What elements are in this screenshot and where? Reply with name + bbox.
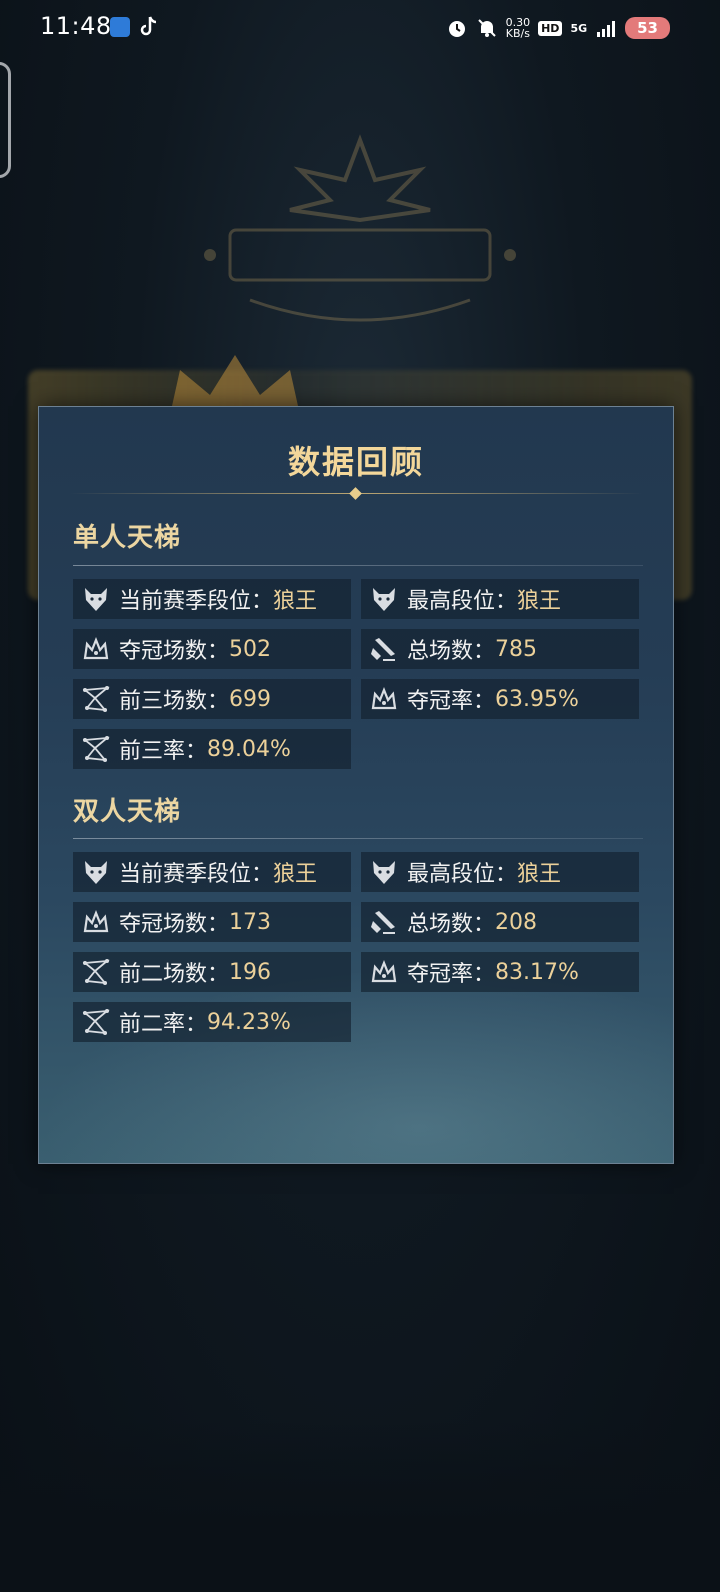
panel-title: 数据回顾 <box>287 443 424 481</box>
side-handle[interactable] <box>0 62 11 178</box>
signal-icon <box>597 21 616 37</box>
stat-label: 前二率： <box>119 1012 208 1037</box>
stat-label: 夺冠场数： <box>119 639 230 664</box>
stat-label: 前三率： <box>119 739 208 764</box>
stat-value: 208 <box>495 909 538 935</box>
stat-current-season-rank: 当前赛季段位： 狼王 <box>73 852 351 892</box>
stat-label: 当前赛季段位： <box>119 862 274 887</box>
status-time: 11:48 <box>40 12 112 40</box>
stat-value: 196 <box>229 959 272 985</box>
network-type: 5G <box>570 21 588 35</box>
crown-icon <box>81 634 111 664</box>
section-title-solo-ladder: 单人天梯 <box>73 523 182 553</box>
stat-total-matches: 总场数： 785 <box>361 629 639 669</box>
stat-label: 最高段位： <box>407 589 518 614</box>
stat-value: 83.17% <box>495 959 579 985</box>
tiktok-icon <box>140 16 157 36</box>
section-divider <box>73 838 643 839</box>
stat-value: 狼王 <box>517 862 562 887</box>
constellation-icon <box>81 957 111 987</box>
mute-bell-icon <box>477 19 496 37</box>
stat-label: 夺冠场数： <box>119 912 230 937</box>
stat-championship-count: 夺冠场数： 502 <box>73 629 351 669</box>
data-review-panel: 数据回顾 单人天梯 当前赛季段位： 狼王 最高段位： 狼王 夺冠场数： 502 … <box>38 406 674 1164</box>
alarm-icon <box>448 21 465 37</box>
stat-highest-rank: 最高段位： 狼王 <box>361 579 639 619</box>
stat-value: 狼王 <box>273 862 318 887</box>
stat-value: 785 <box>495 636 538 662</box>
crown-icon <box>81 907 111 937</box>
stat-top2-rate: 前二率： 94.23% <box>73 1002 351 1042</box>
stat-value: 狼王 <box>517 589 562 614</box>
stat-label: 夺冠率： <box>407 962 496 987</box>
background-emblem <box>204 134 516 322</box>
stat-value: 502 <box>229 636 272 662</box>
stat-label: 总场数： <box>407 639 496 664</box>
constellation-icon <box>81 734 111 764</box>
title-divider <box>69 487 643 500</box>
stat-value: 63.95% <box>495 686 579 712</box>
panel-fog <box>39 967 673 1163</box>
battery-icon: 53 <box>625 17 670 39</box>
stat-value: 699 <box>229 686 272 712</box>
status-right-group: 0.30 KB/s HD 5G 53 <box>446 14 670 42</box>
section-title-duo-ladder: 双人天梯 <box>73 797 182 827</box>
stat-value: 89.04% <box>207 736 291 762</box>
wolf-icon <box>369 584 399 614</box>
hd-badge: HD <box>538 20 563 36</box>
stat-top3-rate: 前三率： 89.04% <box>73 729 351 769</box>
stat-label: 夺冠率： <box>407 689 496 714</box>
constellation-icon <box>81 1007 111 1037</box>
stat-highest-rank: 最高段位： 狼王 <box>361 852 639 892</box>
stat-label: 总场数： <box>407 912 496 937</box>
stat-win-rate: 夺冠率： 83.17% <box>361 952 639 992</box>
stat-championship-count: 夺冠场数： 173 <box>73 902 351 942</box>
wolf-icon <box>81 584 111 614</box>
stat-current-season-rank: 当前赛季段位： 狼王 <box>73 579 351 619</box>
scroll-icon <box>369 907 399 937</box>
constellation-icon <box>81 684 111 714</box>
stat-top2-count: 前二场数： 196 <box>73 952 351 992</box>
section-divider <box>73 565 643 566</box>
stat-win-rate: 夺冠率： 63.95% <box>361 679 639 719</box>
wolf-icon <box>81 857 111 887</box>
crown-icon <box>369 684 399 714</box>
stat-label: 前三场数： <box>119 689 230 714</box>
stat-label: 当前赛季段位： <box>119 589 274 614</box>
stat-total-matches: 总场数： 208 <box>361 902 639 942</box>
stat-value: 狼王 <box>273 589 318 614</box>
app-notification-icon <box>110 17 130 37</box>
stat-label: 前二场数： <box>119 962 230 987</box>
background-bottom-shade <box>0 1420 720 1592</box>
net-speed-unit: KB/s <box>505 27 530 40</box>
crown-icon <box>369 957 399 987</box>
net-speed: 0.30 KB/s <box>506 17 531 39</box>
status-bar: 11:48 0.30 KB/s HD 5G 53 <box>0 0 720 56</box>
wolf-icon <box>369 857 399 887</box>
scroll-icon <box>369 634 399 664</box>
stat-top3-count: 前三场数： 699 <box>73 679 351 719</box>
stat-value: 94.23% <box>207 1009 291 1035</box>
stat-value: 173 <box>229 909 272 935</box>
stat-label: 最高段位： <box>407 862 518 887</box>
